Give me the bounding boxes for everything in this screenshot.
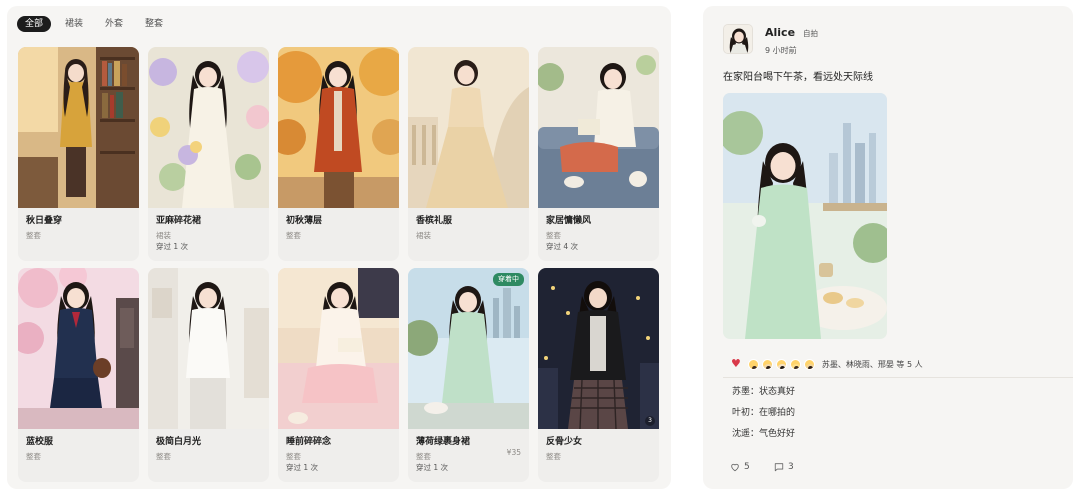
outfit-thumbnail [278, 47, 399, 208]
outfit-category: 整套 [416, 452, 431, 461]
comment[interactable]: 苏墨：状态真好 [732, 384, 795, 397]
outfit-thumbnail [278, 268, 399, 429]
like-count: 5 [744, 462, 750, 472]
liker-avatar[interactable] [803, 358, 815, 370]
outfit-title: 反骨少女 [546, 437, 583, 447]
outfit-thumbnail [18, 268, 139, 429]
outfit-category: 裙装 [156, 231, 171, 240]
outfit-card[interactable]: 家居慵懒风 整套 穿过 4 次 [538, 47, 659, 261]
outfit-price: ¥35 [506, 448, 521, 457]
author-avatar[interactable] [723, 24, 753, 54]
comment-count: 3 [788, 462, 794, 472]
outfit-thumbnail: 穿着中 [408, 268, 529, 429]
liker-avatar[interactable] [761, 358, 773, 370]
outfit-grid: 秋日叠穿 整套 亚麻碎花裙 裙装 穿过 1 次 初秋薄层 整套 香槟礼服 裙装 … [18, 47, 659, 482]
outfit-category: 整套 [546, 231, 561, 240]
outfit-thumbnail [148, 268, 269, 429]
outfit-card[interactable]: 蓝校服 整套 [18, 268, 139, 482]
outfit-worn-count: 穿过 1 次 [286, 463, 319, 472]
post-text: 在家阳台喝下午茶，看远处天际线 [723, 72, 873, 83]
comment[interactable]: 沈遥：气色好好 [732, 426, 795, 439]
filter-chip-set[interactable]: 整套 [137, 16, 171, 32]
divider [723, 377, 1073, 378]
outfit-card[interactable]: 睡前碎碎念 整套 穿过 1 次 [278, 268, 399, 482]
filter-chip-all[interactable]: 全部 [17, 16, 52, 32]
outfit-worn-count: 穿过 4 次 [546, 242, 579, 251]
outfit-category: 整套 [26, 452, 41, 461]
outfit-category: 整套 [26, 231, 41, 240]
outfit-title: 极简白月光 [156, 437, 202, 447]
outfit-title: 初秋薄层 [286, 216, 323, 226]
outfit-category: 整套 [286, 452, 301, 461]
filter-chip-skirt[interactable]: 裙装 [57, 16, 91, 32]
author-name[interactable]: Alice [765, 26, 795, 39]
post-photo[interactable] [723, 93, 887, 339]
outfit-thumbnail: 3 [538, 268, 659, 429]
wardrobe-panel: 全部 裙装 外套 整套 秋日叠穿 整套 亚麻碎花裙 裙装 穿过 1 次 初秋薄层… [7, 6, 671, 489]
outfit-thumbnail [18, 47, 139, 208]
like-button[interactable]: 5 [730, 462, 750, 472]
outfit-title: 家居慵懒风 [546, 216, 592, 226]
outfit-category: 整套 [546, 452, 561, 461]
outfit-title: 亚麻碎花裙 [156, 216, 202, 226]
likes-row: ♥ 苏墨、林晓雨、邢晏 等 5 人 [731, 357, 923, 371]
liker-avatar[interactable] [789, 358, 801, 370]
filter-bar: 全部 裙装 外套 整套 [17, 16, 171, 32]
image-count-badge: 3 [645, 416, 655, 426]
wearing-badge: 穿着中 [493, 273, 524, 286]
outfit-title: 香槟礼服 [416, 216, 453, 226]
post-panel: Alice 自拍 9 小时前 在家阳台喝下午茶，看远处天际线 ♥ 苏墨、林晓雨、… [703, 6, 1073, 489]
outfit-title: 秋日叠穿 [26, 216, 63, 226]
heart-outline-icon [731, 463, 739, 472]
outfit-card[interactable]: 初秋薄层 整套 [278, 47, 399, 261]
outfit-card[interactable]: 3 反骨少女 整套 [538, 268, 659, 482]
liker-avatar[interactable] [747, 358, 759, 370]
outfit-title: 薄荷绿裹身裙 [416, 437, 471, 447]
outfit-category: 整套 [156, 452, 171, 461]
filter-chip-outerwear[interactable]: 外套 [97, 16, 131, 32]
outfit-thumbnail [538, 47, 659, 208]
post-tag: 自拍 [803, 29, 818, 38]
outfit-thumbnail [148, 47, 269, 208]
outfit-card[interactable]: 极简白月光 整套 [148, 268, 269, 482]
outfit-card[interactable]: 穿着中 薄荷绿裹身裙 整套 穿过 1 次 ¥35 [408, 268, 529, 482]
outfit-thumbnail [408, 47, 529, 208]
comment[interactable]: 叶初：在哪拍的 [732, 405, 795, 418]
outfit-category: 整套 [286, 231, 301, 240]
outfit-card[interactable]: 秋日叠穿 整套 [18, 47, 139, 261]
comment-button[interactable]: 3 [774, 462, 794, 472]
outfit-category: 裙装 [416, 231, 431, 240]
heart-icon[interactable]: ♥ [731, 357, 741, 371]
liker-avatar[interactable] [775, 358, 787, 370]
outfit-title: 睡前碎碎念 [286, 437, 332, 447]
outfit-card[interactable]: 香槟礼服 裙装 [408, 47, 529, 261]
comment-icon [774, 463, 784, 472]
outfit-card[interactable]: 亚麻碎花裙 裙装 穿过 1 次 [148, 47, 269, 261]
outfit-title: 蓝校服 [26, 437, 54, 447]
outfit-worn-count: 穿过 1 次 [156, 242, 189, 251]
outfit-worn-count: 穿过 1 次 [416, 463, 449, 472]
post-time: 9 小时前 [765, 46, 797, 55]
likers-text[interactable]: 苏墨、林晓雨、邢晏 等 5 人 [822, 359, 923, 370]
